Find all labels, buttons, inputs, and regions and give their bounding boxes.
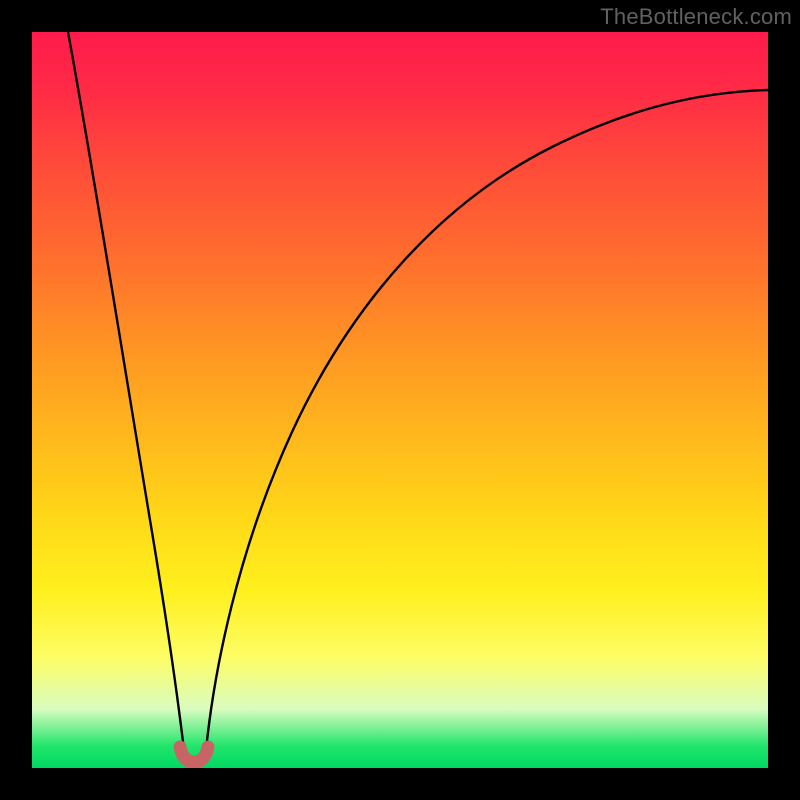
plot-area [32, 32, 768, 768]
watermark-text: TheBottleneck.com [600, 4, 792, 30]
gradient-background [32, 32, 768, 768]
chart-frame: TheBottleneck.com [0, 0, 800, 800]
